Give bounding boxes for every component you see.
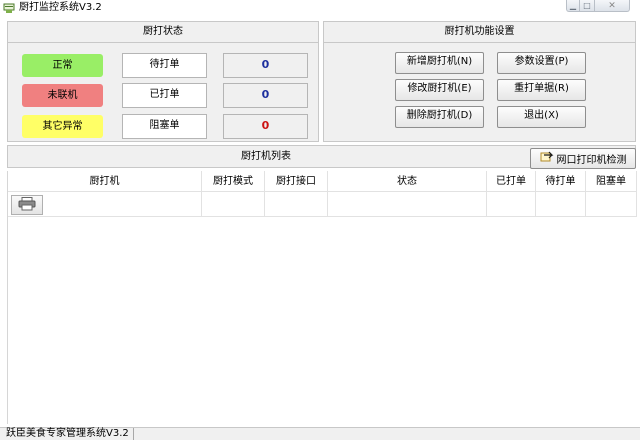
- detect-icon: [540, 151, 554, 166]
- status-bar: 跃臣美食专家管理系统V3.2: [0, 427, 640, 440]
- parameter-settings-button[interactable]: 参数设置(P): [497, 52, 586, 74]
- printed-orders-label: 已打单: [122, 83, 207, 108]
- pending-orders-count: 0: [223, 53, 308, 78]
- table-cell[interactable]: [202, 192, 265, 217]
- column-header-printer[interactable]: 厨打机: [8, 171, 202, 192]
- detect-button-label: 网口打印机检测: [556, 155, 627, 166]
- status-offline-indicator: 未联机: [22, 84, 103, 107]
- status-panel-header: 厨打状态: [8, 22, 318, 43]
- table-cell[interactable]: [487, 192, 536, 217]
- minimize-icon: ▁: [569, 1, 577, 10]
- title-bar[interactable]: 厨打监控系统V3.2 ▁ □ ✕: [0, 0, 640, 17]
- column-header-blocked[interactable]: 阻塞单: [586, 171, 637, 192]
- status-bar-text: 跃臣美食专家管理系统V3.2: [6, 428, 134, 440]
- status-other-error-indicator: 其它异常: [22, 115, 103, 138]
- column-header-status[interactable]: 状态: [328, 171, 487, 192]
- printer-list-header: 厨打机列表 网口打印机检测: [7, 145, 636, 169]
- window-title: 厨打监控系统V3.2: [19, 2, 102, 13]
- pending-orders-label: 待打单: [122, 53, 207, 78]
- table-cell[interactable]: [536, 192, 586, 217]
- column-header-printed[interactable]: 已打单: [487, 171, 536, 192]
- edit-printer-button[interactable]: 修改厨打机(E): [395, 79, 484, 101]
- status-normal-indicator: 正常: [22, 54, 103, 77]
- blocked-orders-count: 0: [223, 114, 308, 139]
- printer-status-panel: 厨打状态 正常 未联机 其它异常 待打单 已打单 阻塞单 0 0 0: [7, 21, 319, 142]
- minimize-button[interactable]: ▁: [566, 0, 580, 12]
- printed-orders-count: 0: [223, 83, 308, 108]
- column-header-interface[interactable]: 厨打接口: [265, 171, 328, 192]
- close-icon: ✕: [608, 0, 616, 11]
- maximize-icon: □: [583, 1, 591, 10]
- column-header-pending[interactable]: 待打单: [536, 171, 586, 192]
- exit-button[interactable]: 退出(X): [497, 106, 586, 128]
- blocked-orders-label: 阻塞单: [122, 114, 207, 139]
- network-printer-detect-button[interactable]: 网口打印机检测: [530, 148, 636, 169]
- table-cell[interactable]: [328, 192, 487, 217]
- reprint-orders-button[interactable]: 重打单据(R): [497, 79, 586, 101]
- table-cell[interactable]: [586, 192, 637, 217]
- delete-printer-button[interactable]: 删除厨打机(D): [395, 106, 484, 128]
- app-icon: [3, 3, 15, 14]
- printer-icon: [18, 196, 36, 214]
- add-printer-button[interactable]: 新增厨打机(N): [395, 52, 484, 74]
- table-cell[interactable]: [265, 192, 328, 217]
- printer-list-title: 厨打机列表: [241, 151, 291, 162]
- printer-row-button[interactable]: [11, 195, 43, 215]
- close-button[interactable]: ✕: [594, 0, 630, 12]
- column-header-mode[interactable]: 厨打模式: [202, 171, 265, 192]
- printer-function-panel: 厨打机功能设置 新增厨打机(N) 修改厨打机(E) 删除厨打机(D) 参数设置(…: [323, 21, 636, 142]
- function-panel-header: 厨打机功能设置: [324, 22, 635, 43]
- printer-table[interactable]: 厨打机 厨打模式 厨打接口 状态 已打单 待打单 阻塞单: [7, 171, 637, 424]
- maximize-button[interactable]: □: [579, 0, 595, 12]
